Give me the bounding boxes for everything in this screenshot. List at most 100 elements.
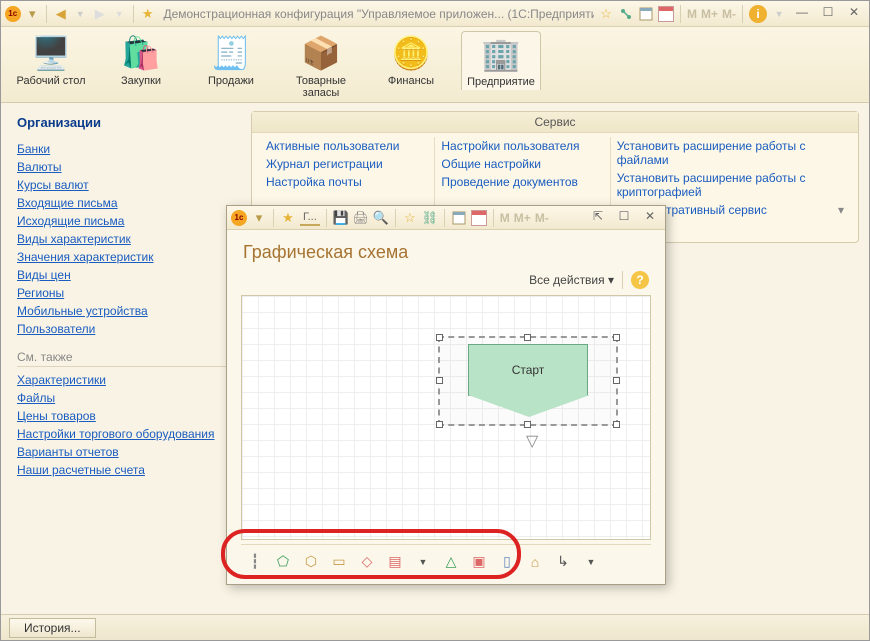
save-icon[interactable]: 💾 [333, 210, 349, 226]
tab-enterprise[interactable]: 🏢 Предприятие [461, 31, 541, 90]
sidebar-link[interactable]: Виды цен [17, 268, 71, 282]
tab-label: Товарные запасы [283, 75, 359, 99]
m-icon: M [500, 211, 510, 225]
sidebar-link[interactable]: Наши расчетные счета [17, 463, 145, 477]
child-window: 1c ▾ ★ Г... 💾 🖨 🔍 ☆ ⛓ M M+ M- [226, 205, 666, 585]
service-link[interactable]: Журнал регистрации [266, 155, 428, 173]
sidebar-link[interactable]: Банки [17, 142, 50, 156]
service-link[interactable]: Установить расширение работы с файлами [617, 137, 844, 169]
sidebar-link[interactable]: Варианты отчетов [17, 445, 119, 459]
sidebar-link[interactable]: Регионы [17, 286, 64, 300]
print-icon[interactable]: 🖨 [353, 210, 369, 226]
child-title: Графическая схема [227, 230, 665, 271]
tab-label: Предприятие [464, 76, 538, 88]
palette-data-icon[interactable]: ▣ [469, 553, 489, 571]
info-icon[interactable]: i [749, 5, 767, 23]
favorite-star-icon[interactable]: ★ [140, 6, 156, 22]
tab-label: Рабочий стол [13, 75, 89, 87]
calc-icon[interactable] [638, 6, 654, 22]
palette-end-icon[interactable]: ⬡ [301, 553, 321, 571]
child-close-icon[interactable]: ✕ [639, 209, 661, 227]
diagram-canvas[interactable]: Старт ▽ [241, 295, 651, 540]
tab-sales[interactable]: 🧾 Продажи [191, 31, 271, 89]
history-button[interactable]: История... [9, 618, 96, 638]
tab-stock[interactable]: 📦 Товарные запасы [281, 31, 361, 101]
dropdown-icon[interactable]: ▾ [25, 6, 41, 22]
maximize-icon[interactable]: ☐ [817, 5, 839, 23]
child-tab[interactable]: Г... [300, 210, 320, 226]
nav-fwd-menu-icon: ▼ [111, 6, 127, 22]
service-link[interactable]: Проведение документов [441, 173, 603, 191]
favorite-star-icon[interactable]: ★ [280, 210, 296, 226]
service-link[interactable]: Настройки пользователя [441, 137, 603, 155]
statusbar: История... [1, 614, 869, 640]
palette-connector-icon[interactable]: ↳ [553, 553, 573, 571]
connector-arrow-icon[interactable]: ▽ [526, 431, 538, 451]
sidebar-subheading: См. также [17, 350, 235, 367]
sidebar-link[interactable]: Курсы валют [17, 178, 89, 192]
palette-select-icon[interactable]: ┇ [245, 553, 265, 571]
palette-activity-icon[interactable]: ▭ [329, 553, 349, 571]
start-node-label: Старт [512, 363, 545, 377]
boxes-icon: 📦 [297, 33, 345, 73]
sidebar-link[interactable]: Валюты [17, 160, 62, 174]
logo-1c-icon: 1c [231, 210, 247, 226]
dropdown-icon[interactable]: ▾ [251, 210, 267, 226]
palette-link-icon[interactable]: ⌂ [525, 553, 545, 571]
m-icon: M [687, 7, 697, 21]
links-icon[interactable]: ⛓ [422, 210, 438, 226]
body-area: Организации Банки Валюты Курсы валют Вхо… [1, 103, 869, 614]
calc-icon[interactable] [451, 210, 467, 226]
service-heading: Сервис [252, 112, 858, 133]
service-link[interactable]: Настройка почты [266, 173, 428, 191]
sidebar-link[interactable]: Характеристики [17, 373, 106, 387]
service-link[interactable]: Установить расширение работы с криптогра… [617, 169, 844, 201]
tab-purchases[interactable]: 🛍️ Закупки [101, 31, 181, 89]
palette-condition-icon[interactable]: ◇ [357, 553, 377, 571]
palette-dropdown-icon[interactable]: ▼ [581, 553, 601, 571]
m-minus-icon: M- [535, 211, 549, 225]
tab-label: Финансы [373, 75, 449, 87]
main-window: 1c ▾ ◀ ▼ ▶ ▼ ★ Демонстрационная конфигур… [0, 0, 870, 641]
preview-icon[interactable]: 🔍 [373, 210, 389, 226]
sidebar-link[interactable]: Мобильные устройства [17, 304, 148, 318]
links-icon[interactable] [618, 6, 634, 22]
window-title: Демонстрационная конфигурация "Управляем… [163, 7, 594, 21]
calendar-icon[interactable] [471, 210, 487, 226]
nav-back-menu-icon[interactable]: ▼ [72, 6, 88, 22]
sidebar-link[interactable]: Файлы [17, 391, 55, 405]
child-undock-icon[interactable]: ⇱ [587, 209, 609, 227]
palette-dropdown-icon[interactable]: ▼ [413, 553, 433, 571]
start-node[interactable]: Старт [468, 344, 588, 396]
sidebar-link[interactable]: Значения характеристик [17, 250, 154, 264]
sidebar-link[interactable]: Пользователи [17, 322, 95, 336]
desktop-icon: 🖥️ [27, 33, 75, 73]
service-link[interactable]: Общие настройки [441, 155, 603, 173]
tab-finance[interactable]: 🪙 Финансы [371, 31, 451, 89]
m-plus-icon: M+ [701, 7, 718, 21]
nav-back-icon[interactable]: ◀ [53, 6, 69, 22]
cash-register-icon: 🧾 [207, 33, 255, 73]
sidebar-link[interactable]: Исходящие письма [17, 214, 124, 228]
minimize-icon[interactable]: — [791, 5, 813, 23]
tab-desktop[interactable]: 🖥️ Рабочий стол [11, 31, 91, 89]
palette-merge-icon[interactable]: △ [441, 553, 461, 571]
sidebar-link[interactable]: Входящие письма [17, 196, 118, 210]
child-maximize-icon[interactable]: ☐ [613, 209, 635, 227]
service-link[interactable]: Активные пользователи [266, 137, 428, 155]
calendar-icon[interactable] [658, 6, 674, 22]
building-icon: 🏢 [477, 34, 525, 74]
sidebar-link[interactable]: Виды характеристик [17, 232, 131, 246]
sidebar-link[interactable]: Настройки торгового оборудования [17, 427, 214, 441]
palette-doc-icon[interactable]: ▯ [497, 553, 517, 571]
info-menu-icon[interactable]: ▼ [771, 6, 787, 22]
close-icon[interactable]: ✕ [843, 5, 865, 23]
all-actions-button[interactable]: Все действия ▾ [529, 273, 614, 287]
fav-add-icon[interactable]: ☆ [402, 210, 418, 226]
sidebar-link[interactable]: Цены товаров [17, 409, 96, 423]
sidebar: Организации Банки Валюты Курсы валют Вхо… [1, 103, 251, 614]
palette-subprocess-icon[interactable]: ▤ [385, 553, 405, 571]
palette-start-icon[interactable]: ⬠ [273, 553, 293, 571]
help-icon[interactable]: ? [631, 271, 649, 289]
fav-add-icon[interactable]: ☆ [598, 6, 614, 22]
